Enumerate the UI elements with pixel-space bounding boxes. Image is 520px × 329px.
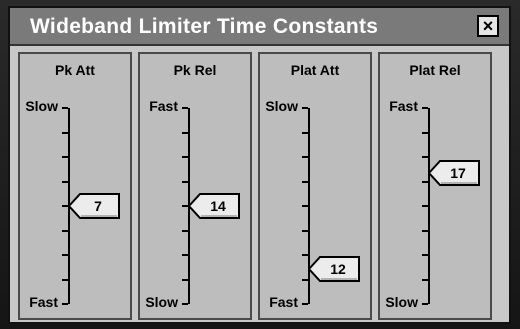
slider-value: 17: [450, 164, 466, 181]
close-button[interactable]: ×: [477, 15, 499, 37]
panel-plat-rel: Plat Rel Fast Slow 17: [378, 52, 492, 320]
slider-tick: [182, 107, 188, 109]
slider-pk-rel[interactable]: Fast Slow 14: [140, 54, 250, 318]
slider-tick: [62, 303, 68, 305]
panel-pk-rel: Pk Rel Fast Slow 14: [138, 52, 252, 320]
slider-tick: [182, 156, 188, 158]
slider-tick: [62, 229, 68, 232]
slider-bottom-label: Fast: [29, 294, 58, 310]
slider-tick: [62, 278, 68, 281]
slider-thumb-pk-rel[interactable]: 14: [188, 193, 240, 219]
slider-value: 7: [94, 198, 102, 214]
slider-track-plat-rel[interactable]: [428, 108, 430, 304]
slider-tick: [182, 131, 188, 134]
slider-tick: [302, 156, 308, 158]
slider-tick: [182, 278, 188, 281]
slider-top-label: Slow: [25, 98, 58, 114]
slider-panels: Pk Att Slow Fast 7 Pk Rel Fast Slow 14 Plat …: [18, 52, 501, 322]
slider-tick: [422, 205, 428, 207]
slider-tick: [302, 131, 308, 134]
slider-value: 14: [210, 198, 226, 214]
slider-plat-rel[interactable]: Fast Slow 17: [380, 54, 490, 318]
slider-bottom-label: Fast: [269, 294, 298, 310]
slider-tick: [302, 107, 308, 109]
slider-tick: [422, 254, 428, 256]
slider-pk-att[interactable]: Slow Fast 7: [20, 54, 130, 318]
close-icon: ×: [482, 16, 494, 36]
title-bar: Wideband Limiter Time Constants ×: [10, 8, 509, 46]
slider-tick: [182, 254, 188, 256]
slider-tick: [62, 254, 68, 256]
slider-thumb-pk-att[interactable]: 7: [68, 193, 120, 219]
slider-tick: [302, 180, 308, 183]
slider-top-label: Fast: [389, 98, 418, 114]
slider-tick: [62, 156, 68, 158]
slider-tick: [422, 278, 428, 281]
slider-tick: [62, 180, 68, 183]
slider-tick: [422, 303, 428, 305]
slider-tick: [302, 205, 308, 207]
slider-tick: [62, 107, 68, 109]
slider-tick: [302, 229, 308, 232]
slider-tick: [182, 303, 188, 305]
slider-tick: [302, 303, 308, 305]
slider-tick: [62, 131, 68, 134]
panel-plat-att: Plat Att Slow Fast 12: [258, 52, 372, 320]
slider-value: 12: [330, 260, 346, 277]
window-title: Wideband Limiter Time Constants: [30, 15, 379, 38]
slider-thumb-plat-rel[interactable]: 17: [428, 159, 480, 186]
panel-pk-att: Pk Att Slow Fast 7: [18, 52, 132, 320]
slider-tick: [422, 229, 428, 232]
slider-tick: [182, 229, 188, 232]
slider-top-label: Fast: [149, 98, 178, 114]
slider-bottom-label: Slow: [385, 294, 418, 310]
slider-tick: [422, 131, 428, 134]
slider-tick: [182, 180, 188, 183]
slider-tick: [422, 156, 428, 158]
slider-bottom-label: Slow: [145, 294, 178, 310]
slider-top-label: Slow: [265, 98, 298, 114]
time-constants-dialog: Wideband Limiter Time Constants × Pk Att…: [8, 6, 511, 324]
slider-thumb-plat-att[interactable]: 12: [308, 255, 360, 282]
slider-tick: [422, 107, 428, 109]
slider-plat-att[interactable]: Slow Fast 12: [260, 54, 370, 318]
